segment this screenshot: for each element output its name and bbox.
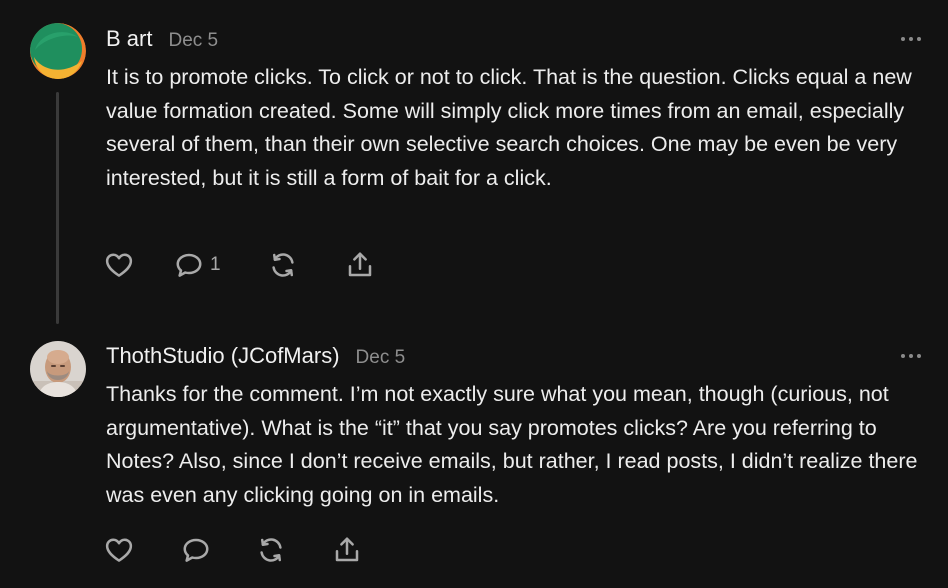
share-icon [335,537,359,562]
share-button[interactable] [345,248,375,282]
more-icon [901,354,905,358]
restack-icon [260,538,282,562]
author-name[interactable]: B art [106,26,152,52]
heart-icon [105,253,133,277]
comment-body: Thanks for the comment. I’m not exactly … [106,382,918,507]
comment: ThothStudio (JCofMars) Dec 5 Thanks for … [0,330,948,588]
share-icon [348,252,372,277]
comment-icon [183,538,209,562]
author-name[interactable]: ThothStudio (JCofMars) [106,343,340,369]
more-icon [901,37,905,41]
reply-button[interactable] [181,533,211,567]
comment-header: B art Dec 5 [106,26,218,52]
reply-button[interactable]: 1 [174,248,221,282]
avatar-logo [30,23,86,79]
comment-header: ThothStudio (JCofMars) Dec 5 [106,343,405,369]
more-options-button[interactable] [896,29,926,49]
avatar-photo [30,341,86,397]
avatar[interactable] [30,23,86,79]
comment-date[interactable]: Dec 5 [168,30,218,52]
restack-button[interactable] [256,533,286,567]
thread-line [56,92,59,324]
comment: B art Dec 5 It is to promote clicks. To … [0,0,948,330]
restack-button[interactable] [268,248,298,282]
heart-icon [105,538,133,562]
share-button[interactable] [332,533,362,567]
like-button[interactable] [104,248,134,282]
avatar[interactable] [30,341,86,397]
more-options-button[interactable] [896,346,926,366]
restack-icon [272,253,294,277]
comment-body: It is to promote clicks. To click or not… [106,65,912,190]
comment-date[interactable]: Dec 5 [356,347,406,369]
like-button[interactable] [104,533,134,567]
reply-count: 1 [210,254,221,275]
comment-icon [176,253,202,277]
